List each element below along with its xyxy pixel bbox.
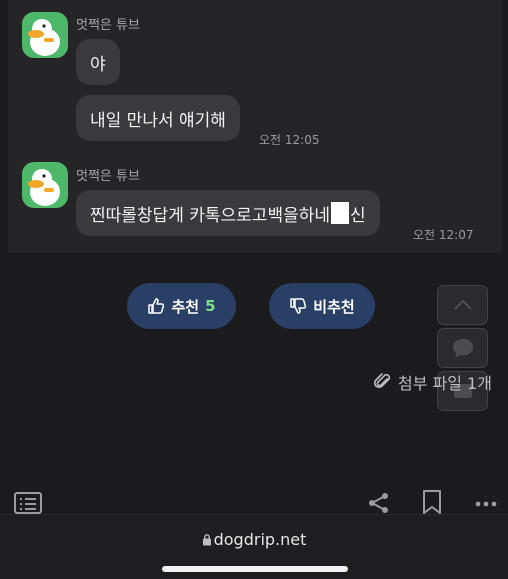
home-indicator[interactable]	[162, 566, 348, 572]
paperclip-icon	[374, 373, 391, 389]
message-bubble: 내일 만나서 얘기해	[76, 95, 240, 141]
message-bubble: 찐따롤창답게 카톡으로고백을하네 신	[76, 190, 380, 236]
sender-name: 멋쩍은 튜브	[76, 169, 140, 184]
censor-block	[331, 202, 350, 224]
message-text: 찐따롤창답게 카톡으로고백을하네	[90, 205, 331, 226]
duck-avatar	[22, 162, 68, 208]
sender-name: 멋쩍은 튜브	[76, 18, 140, 33]
bookmark-icon[interactable]	[421, 490, 443, 514]
more-icon[interactable]	[474, 500, 498, 508]
comments-button[interactable]	[437, 328, 488, 368]
message-bubble: 야	[76, 39, 120, 85]
message-text: 신	[350, 205, 366, 226]
lock-icon	[202, 534, 211, 546]
browser-address-bar[interactable]: dogdrip.net	[0, 514, 508, 579]
board-list-icon[interactable]	[14, 492, 42, 514]
chevron-up-icon	[453, 299, 472, 310]
recommend-button[interactable]: 추천 5	[127, 283, 236, 329]
thumbs-up-icon	[148, 298, 165, 314]
duck-avatar	[22, 12, 68, 58]
message-time: 오전 12:07	[413, 228, 474, 242]
url-text: dogdrip.net	[213, 530, 307, 549]
attachment-link[interactable]: 첨부 파일 1개	[374, 370, 492, 394]
scroll-top-button[interactable]	[437, 285, 488, 325]
url-display[interactable]: dogdrip.net	[0, 530, 508, 549]
chat-screenshot: 멋쩍은 튜브 야 내일 만나서 얘기해 오전 12:05 멋쩍은 튜브 찐따롤창…	[8, 0, 502, 253]
recommend-count: 5	[205, 297, 216, 315]
message-time: 오전 12:05	[259, 133, 320, 147]
share-icon[interactable]	[367, 492, 391, 514]
thumbs-down-icon	[290, 298, 307, 314]
comment-icon	[452, 339, 473, 358]
recommend-label: 추천	[171, 297, 200, 316]
not-recommend-button[interactable]: 비추천	[269, 283, 375, 329]
not-recommend-label: 비추천	[313, 297, 355, 316]
attachment-label: 첨부 파일 1개	[398, 374, 492, 393]
